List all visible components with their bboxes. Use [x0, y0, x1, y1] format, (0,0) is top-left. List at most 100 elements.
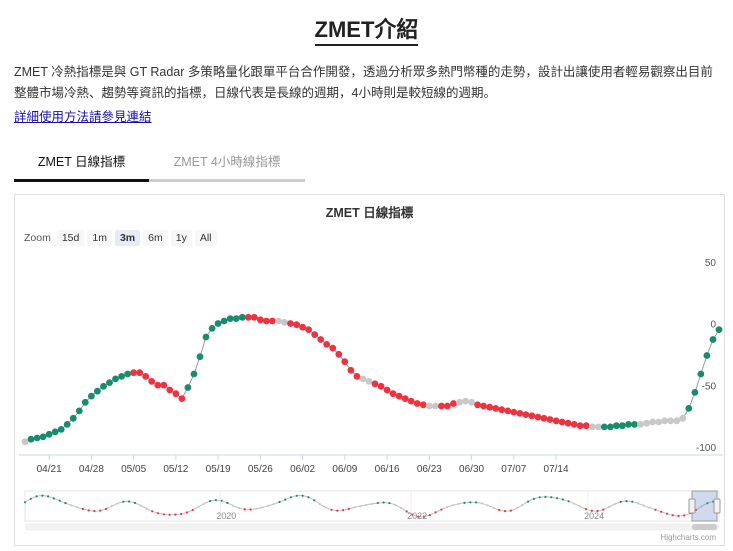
data-point[interactable]: [317, 336, 325, 343]
data-point[interactable]: [57, 426, 65, 433]
usage-guide-link[interactable]: 詳細使用方法請參見連結: [14, 106, 152, 125]
data-point[interactable]: [124, 370, 131, 378]
data-point[interactable]: [432, 402, 439, 410]
data-point[interactable]: [335, 350, 343, 358]
data-point[interactable]: [51, 428, 59, 436]
data-point[interactable]: [607, 423, 614, 431]
data-point[interactable]: [63, 421, 71, 428]
data-point[interactable]: [516, 410, 524, 417]
data-point[interactable]: [365, 378, 373, 385]
data-point[interactable]: [570, 421, 578, 428]
data-point[interactable]: [522, 411, 530, 418]
data-point[interactable]: [244, 313, 252, 321]
data-point[interactable]: [504, 407, 512, 415]
navigator-selection[interactable]: [691, 490, 718, 522]
data-point[interactable]: [347, 366, 355, 374]
data-point[interactable]: [250, 313, 258, 321]
data-point[interactable]: [329, 344, 337, 352]
data-point[interactable]: [275, 317, 282, 325]
data-point[interactable]: [528, 412, 536, 420]
data-point[interactable]: [383, 386, 391, 394]
data-point[interactable]: [407, 397, 415, 405]
data-point[interactable]: [444, 402, 451, 410]
data-point[interactable]: [33, 434, 41, 442]
data-point[interactable]: [492, 405, 500, 412]
data-point[interactable]: [667, 417, 675, 425]
data-point[interactable]: [202, 333, 210, 341]
data-point[interactable]: [673, 417, 681, 425]
data-point[interactable]: [697, 370, 705, 378]
data-point[interactable]: [576, 422, 584, 430]
data-point[interactable]: [582, 422, 590, 430]
data-point[interactable]: [287, 320, 294, 327]
data-point[interactable]: [661, 417, 669, 425]
data-point[interactable]: [299, 323, 306, 331]
data-point[interactable]: [172, 390, 180, 398]
data-point[interactable]: [709, 336, 717, 343]
data-point[interactable]: [232, 315, 240, 322]
data-point[interactable]: [166, 386, 174, 394]
data-point[interactable]: [220, 317, 228, 325]
data-point[interactable]: [631, 421, 638, 428]
zoom-15d-button[interactable]: 15d: [56, 230, 85, 246]
data-point[interactable]: [540, 414, 548, 422]
data-point[interactable]: [613, 422, 620, 430]
navigator-right-handle[interactable]: [713, 498, 721, 514]
data-point[interactable]: [691, 389, 699, 396]
data-point[interactable]: [305, 326, 312, 333]
data-point[interactable]: [214, 320, 222, 327]
data-point[interactable]: [588, 423, 596, 431]
data-point[interactable]: [353, 373, 361, 380]
data-point[interactable]: [486, 403, 494, 411]
data-point[interactable]: [94, 387, 101, 395]
data-point[interactable]: [293, 321, 300, 329]
data-point[interactable]: [438, 402, 445, 410]
data-point[interactable]: [498, 406, 506, 414]
data-point[interactable]: [118, 373, 125, 380]
data-point[interactable]: [594, 423, 602, 431]
data-point[interactable]: [534, 413, 542, 421]
data-point[interactable]: [112, 375, 119, 383]
data-point[interactable]: [226, 315, 234, 322]
data-point[interactable]: [625, 421, 632, 428]
data-point[interactable]: [619, 422, 626, 430]
data-point[interactable]: [130, 369, 137, 377]
highcharts-credit[interactable]: Highcharts.com: [660, 533, 716, 542]
data-point[interactable]: [196, 353, 204, 361]
data-point[interactable]: [88, 392, 95, 400]
data-point[interactable]: [190, 370, 198, 378]
data-point[interactable]: [323, 341, 331, 348]
data-point[interactable]: [637, 421, 644, 428]
data-point[interactable]: [281, 318, 288, 326]
data-point[interactable]: [413, 400, 421, 407]
tab-4h-indicator[interactable]: ZMET 4小時線指標: [149, 150, 305, 182]
scrollbar-thumb[interactable]: [692, 524, 717, 530]
data-point[interactable]: [685, 405, 693, 412]
data-point[interactable]: [238, 313, 246, 321]
zoom-6m-button[interactable]: 6m: [143, 230, 168, 246]
scrollbar-track[interactable]: [24, 523, 720, 531]
data-point[interactable]: [377, 382, 385, 390]
data-point[interactable]: [359, 375, 367, 383]
data-point[interactable]: [389, 390, 397, 398]
data-point[interactable]: [27, 435, 35, 443]
navigator-left-handle[interactable]: [688, 498, 696, 514]
data-point[interactable]: [263, 317, 270, 325]
data-point[interactable]: [558, 418, 566, 426]
data-point[interactable]: [45, 430, 53, 438]
data-point[interactable]: [21, 438, 29, 446]
data-point[interactable]: [510, 408, 518, 416]
data-point[interactable]: [425, 402, 433, 410]
data-point[interactable]: [257, 316, 264, 324]
data-point[interactable]: [178, 395, 186, 402]
data-point[interactable]: [401, 395, 409, 402]
data-point[interactable]: [552, 417, 560, 425]
data-point[interactable]: [311, 331, 319, 338]
data-point[interactable]: [649, 418, 656, 426]
data-point[interactable]: [160, 381, 168, 389]
data-point[interactable]: [395, 392, 403, 400]
data-point[interactable]: [142, 373, 150, 380]
data-point[interactable]: [341, 358, 349, 366]
data-point[interactable]: [546, 416, 554, 423]
data-point[interactable]: [474, 401, 481, 409]
